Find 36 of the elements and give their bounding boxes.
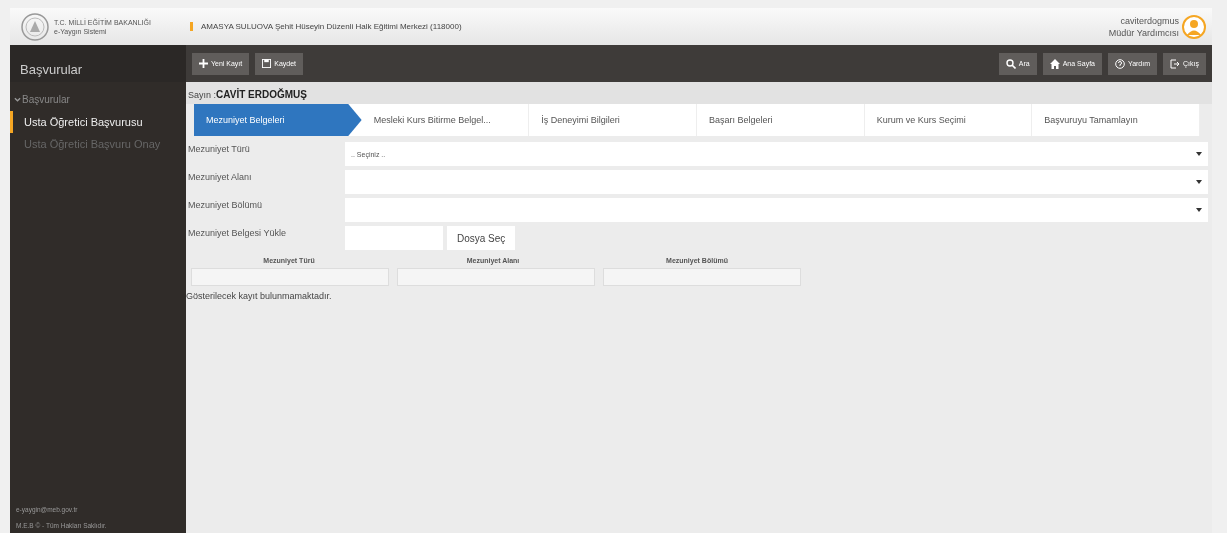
save-icon: [262, 59, 272, 68]
filter-field[interactable]: [603, 268, 801, 286]
caret-icon: [1196, 180, 1202, 184]
chevron-icon: [14, 96, 21, 103]
help-icon: [1115, 58, 1125, 69]
field-label: Mezuniyet Türü: [187, 143, 251, 156]
filter-field[interactable]: [191, 268, 389, 286]
institution-name: AMASYA SULUOVA Şehit Hüseyin Düzenli Halk Eğitimi Merkezi (118000): [190, 22, 1089, 31]
caret-icon: [1196, 208, 1202, 212]
search-icon: [1005, 58, 1016, 69]
sidebar-title: Başvurular: [10, 45, 186, 82]
user-role: Müdür Yardımcısı: [1108, 26, 1179, 39]
home-icon: [1049, 58, 1060, 69]
wizard-step[interactable]: Başarı Belgeleri: [697, 104, 865, 136]
wizard-step[interactable]: Mezuniyet Belgeleri: [194, 104, 362, 136]
field-label: Mezuniyet Bölümü: [187, 199, 264, 212]
field-label: Mezuniyet Alanı: [187, 171, 253, 184]
select-field[interactable]: [345, 198, 1208, 222]
sidebar-item[interactable]: Usta Öğretici Başvurusu: [10, 111, 186, 133]
choose-file-button[interactable]: Dosya Seç: [447, 226, 516, 250]
caret-icon: [1196, 152, 1202, 156]
sidebar-group[interactable]: Başvurular: [10, 82, 186, 111]
wizard-step[interactable]: Başvuruyu Tamamlayın: [1032, 104, 1201, 136]
greeting: Sayın :CAVİT ERDOĞMUŞ: [186, 82, 1212, 104]
wizard-step[interactable]: Kurum ve Kurs Seçimi: [864, 104, 1033, 136]
wizard-step[interactable]: Mesleki Kurs Bitirme Belgel...: [361, 104, 530, 136]
user-avatar-icon[interactable]: [1182, 14, 1206, 39]
plus-icon: [199, 59, 208, 68]
field-label: Mezuniyet Belgesi Yükle: [187, 227, 287, 240]
username: caviterdogmus: [1120, 14, 1179, 27]
wizard-step[interactable]: İş Deneyimi Bilgileri: [529, 104, 697, 136]
select-field[interactable]: [345, 170, 1208, 194]
emblem-icon: [20, 11, 50, 42]
filter-field[interactable]: [397, 268, 595, 286]
empty-message: Gösterilecek kayıt bulunmamaktadır.: [186, 290, 333, 303]
exit-icon: [1170, 58, 1181, 69]
